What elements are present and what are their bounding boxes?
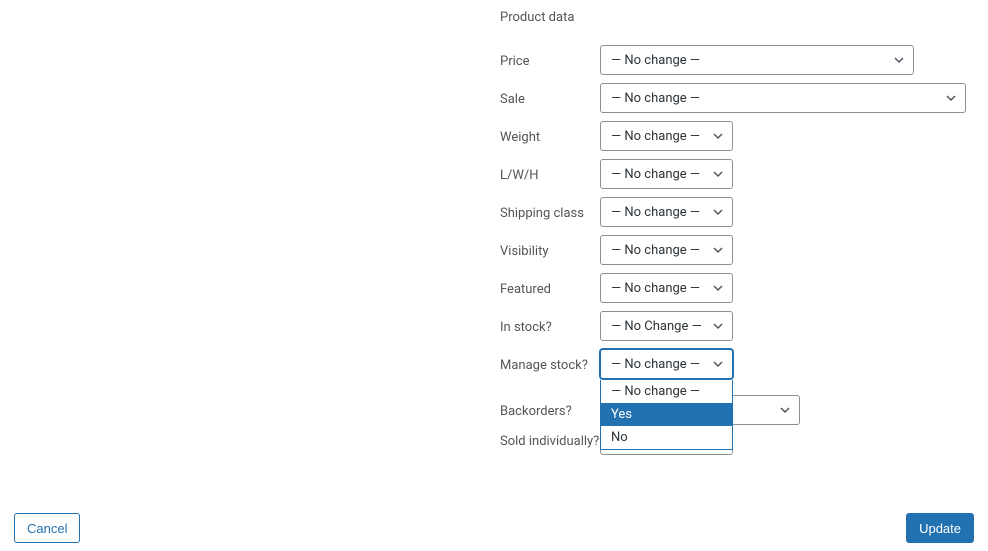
dropdown-weight[interactable]: — No change — (600, 121, 733, 151)
chevron-down-icon (712, 130, 724, 142)
dropdown-menu-manage-stock: — No change — Yes No (600, 380, 733, 450)
field-shipping-class: Shipping class — No change — (500, 197, 970, 227)
chevron-down-icon (712, 244, 724, 256)
label-visibility: Visibility (500, 235, 600, 263)
dropdown-value: — No change — (611, 281, 700, 296)
chevron-down-icon (893, 54, 905, 66)
field-backorders: Backorders? (500, 395, 600, 425)
dropdown-option[interactable]: No (601, 426, 732, 449)
dropdown-visibility[interactable]: — No change — (600, 235, 733, 265)
dropdown-price[interactable]: — No change — (600, 45, 914, 75)
field-price: Price — No change — (500, 45, 970, 75)
chevron-down-icon (779, 404, 791, 416)
label-manage-stock: Manage stock? (500, 349, 600, 377)
dropdown-value: — No change — (611, 91, 700, 106)
label-sale: Sale (500, 83, 600, 111)
label-sold-individually: Sold individually? (500, 425, 600, 453)
field-in-stock: In stock? — No Change — (500, 311, 970, 341)
dropdown-value: — No change — (611, 357, 700, 372)
chevron-down-icon (945, 92, 957, 104)
field-sold-individually: Sold individually? — No change — (500, 425, 970, 455)
field-lwh: L/W/H — No change — (500, 159, 970, 189)
field-featured: Featured — No change — (500, 273, 970, 303)
dropdown-featured[interactable]: — No change — (600, 273, 733, 303)
chevron-down-icon (712, 168, 724, 180)
label-lwh: L/W/H (500, 159, 600, 187)
field-weight: Weight — No change — (500, 121, 970, 151)
dropdown-shipping-class[interactable]: — No change — (600, 197, 733, 227)
chevron-down-icon (712, 358, 724, 370)
update-button[interactable]: Update (906, 513, 974, 543)
dropdown-sale[interactable]: — No change — (600, 83, 966, 113)
chevron-down-icon (712, 282, 724, 294)
dropdown-value: — No change — (611, 243, 700, 258)
dropdown-value: — No change — (611, 167, 700, 182)
dropdown-lwh[interactable]: — No change — (600, 159, 733, 189)
dropdown-value: — No Change — (611, 319, 702, 334)
chevron-down-icon (712, 320, 724, 332)
field-visibility: Visibility — No change — (500, 235, 970, 265)
field-sale: Sale — No change — (500, 83, 970, 113)
cancel-button[interactable]: Cancel (14, 513, 80, 543)
label-weight: Weight (500, 121, 600, 149)
label-shipping-class: Shipping class (500, 197, 600, 225)
dropdown-value: — No change — (611, 129, 700, 144)
field-manage-stock: Manage stock? — No change — — No change … (500, 349, 970, 379)
chevron-down-icon (712, 206, 724, 218)
dropdown-option[interactable]: — No change — (601, 380, 732, 403)
label-backorders: Backorders? (500, 395, 600, 423)
dropdown-value: — No change — (611, 205, 700, 220)
dropdown-value: — No change — (611, 53, 700, 68)
label-price: Price (500, 45, 600, 73)
label-in-stock: In stock? (500, 311, 600, 339)
section-title: Product data (500, 10, 970, 25)
dropdown-in-stock[interactable]: — No Change — (600, 311, 733, 341)
dropdown-option[interactable]: Yes (601, 403, 732, 426)
label-featured: Featured (500, 273, 600, 301)
dropdown-manage-stock[interactable]: — No change — — No change — Yes No (600, 349, 733, 379)
